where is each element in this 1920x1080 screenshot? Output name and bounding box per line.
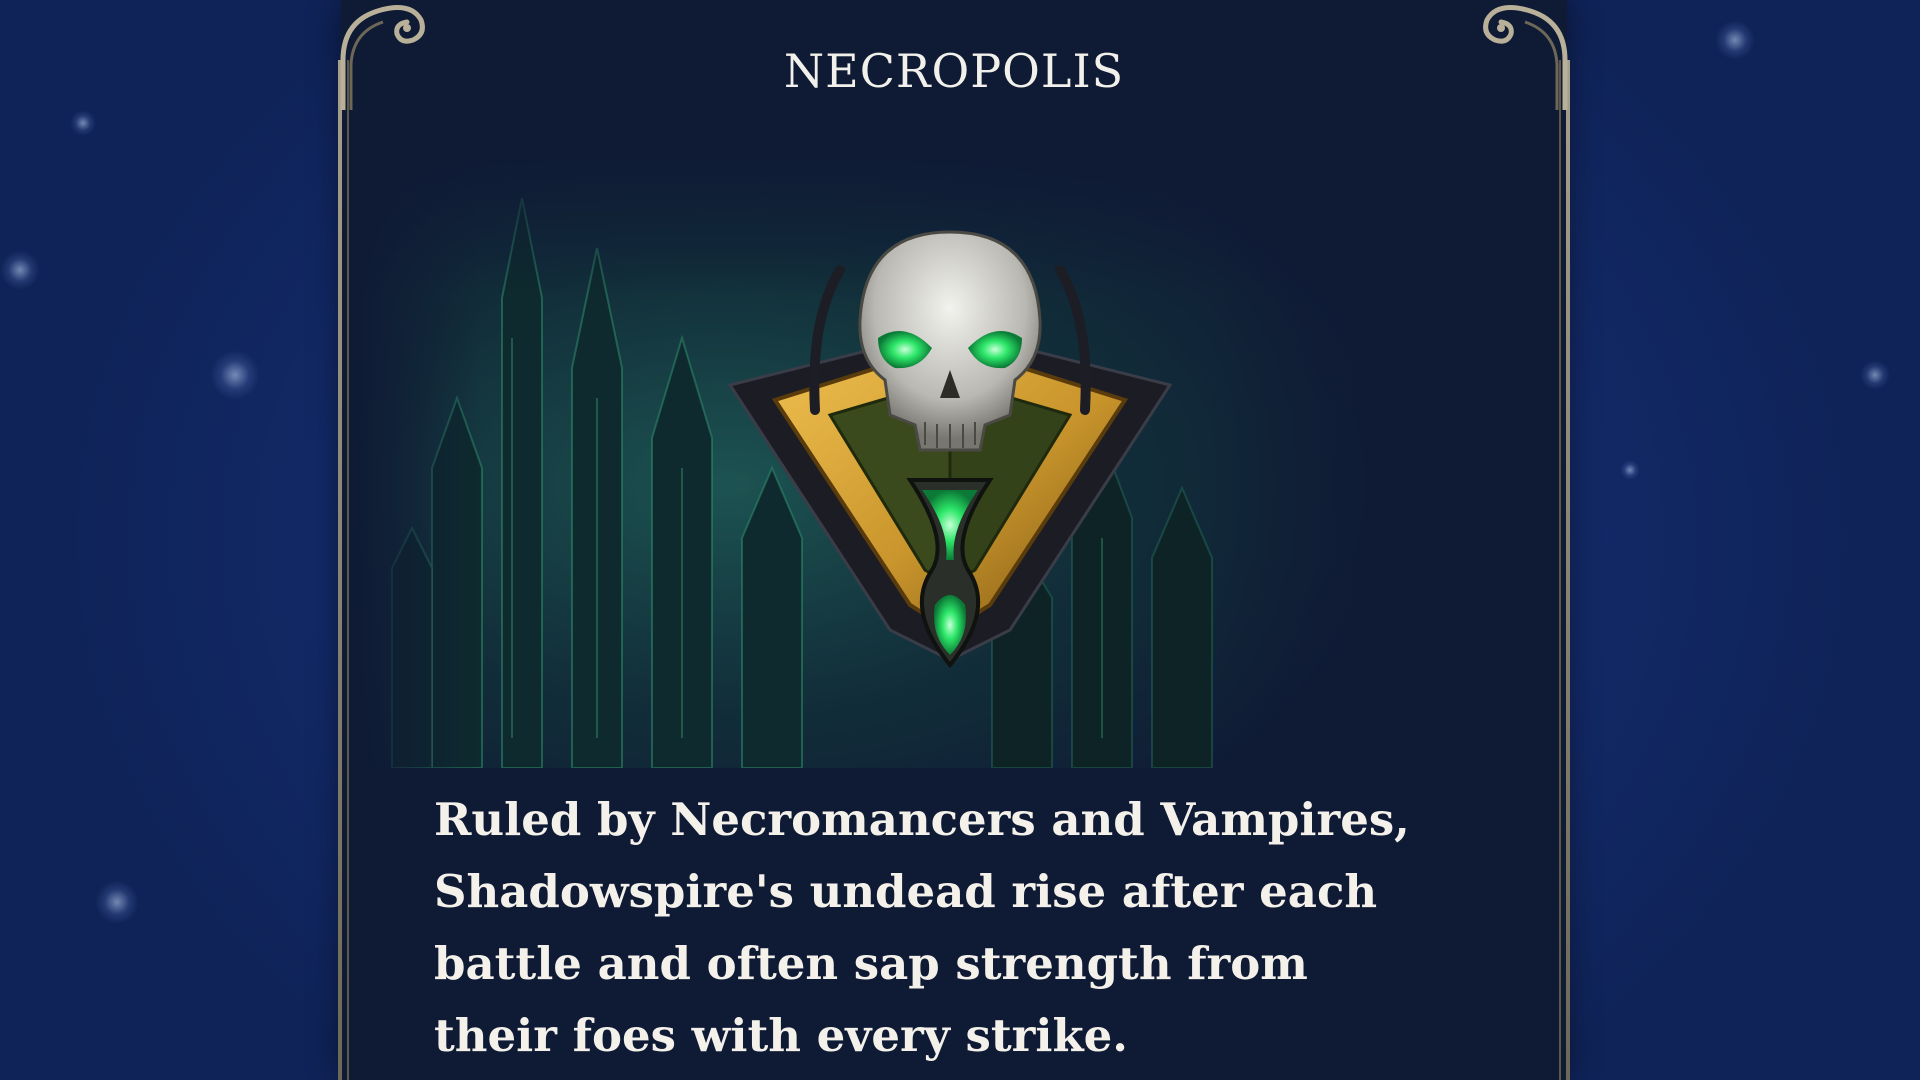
sparkle [0,250,40,290]
faction-description: Ruled by Necromancers and Vampires, Shad… [434,793,1410,1062]
frame-right-border [1566,60,1570,1080]
sparkle [210,350,260,400]
sparkle [1620,460,1640,480]
skull-hourglass-emblem [700,210,1200,670]
faction-title: NECROPOLIS [783,44,1125,98]
sparkle [1715,20,1755,60]
sparkle [70,110,96,136]
frame-left-border [338,60,342,1080]
frame-right-inner-border [1559,60,1561,1080]
sparkle [1860,360,1890,390]
frame-left-inner-border [347,60,349,1080]
sparkle [95,880,139,924]
